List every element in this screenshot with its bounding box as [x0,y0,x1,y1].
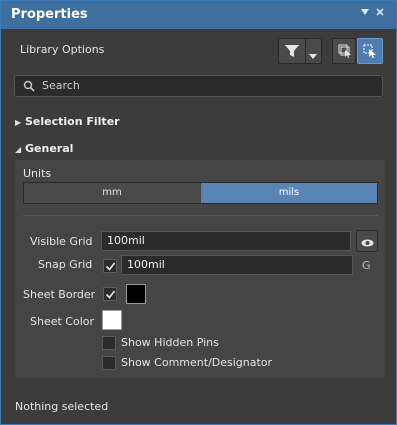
sheet-border-label: Sheet Border [23,288,96,301]
close-icon[interactable] [375,7,385,21]
snap-grid-label: Snap Grid [38,258,93,271]
general-header[interactable]: ◢ General [15,142,73,155]
search-icon [23,80,35,95]
select-pointer-button[interactable] [357,38,383,64]
select-overlapped-button[interactable] [332,38,356,64]
general-label: General [25,142,74,155]
units-toggle: mm mils [23,182,378,204]
snap-grid-field[interactable]: 100mil [121,255,353,275]
collapse-arrow-icon: ◢ [15,145,22,154]
pin-icon[interactable] [360,7,370,21]
search-input[interactable]: Search [14,75,383,97]
panel-title: Properties [11,7,88,22]
filter-icon [285,45,299,60]
filter-button[interactable] [278,38,322,64]
units-label: Units [23,167,52,180]
show-comment-designator-checkbox[interactable] [102,356,116,370]
filter-button-divider [305,39,306,63]
select-overlapped-icon [338,44,352,61]
units-option-mils[interactable]: mils [201,183,377,203]
library-options-label: Library Options [20,43,105,56]
units-option-mils-label: mils [278,187,300,198]
sheet-border-checkbox[interactable] [103,287,117,301]
search-placeholder: Search [42,79,80,92]
units-option-mm[interactable]: mm [24,183,200,203]
sheet-color-swatch[interactable] [102,310,122,330]
visible-grid-toggle-button[interactable] [356,230,378,252]
snap-grid-hotkey: G [362,259,371,272]
properties-panel: Properties Library Options Search ▶ Sele… [0,0,397,425]
sheet-border-color-swatch[interactable] [126,284,146,304]
dropdown-arrow-icon[interactable] [309,49,317,62]
divider [23,215,378,216]
visible-grid-field[interactable]: 100mil [101,231,351,251]
show-comment-designator-label[interactable]: Show Comment/Designator [121,356,272,369]
selection-filter-header[interactable]: ▶ Selection Filter [15,115,120,128]
expand-arrow-icon: ▶ [15,118,22,127]
status-text: Nothing selected [15,400,109,413]
visible-grid-label: Visible Grid [30,235,93,248]
sheet-color-label: Sheet Color [30,315,95,328]
checkmark-icon [105,262,116,271]
checkmark-icon [105,290,116,299]
snap-grid-checkbox[interactable] [103,259,117,273]
show-hidden-pins-checkbox[interactable] [102,336,116,350]
title-bar[interactable]: Properties [1,1,396,29]
show-hidden-pins-label[interactable]: Show Hidden Pins [121,336,219,349]
selection-filter-label: Selection Filter [25,115,120,128]
eye-icon [361,237,374,250]
units-option-mm-label: mm [102,187,122,198]
select-pointer-icon [363,44,377,61]
